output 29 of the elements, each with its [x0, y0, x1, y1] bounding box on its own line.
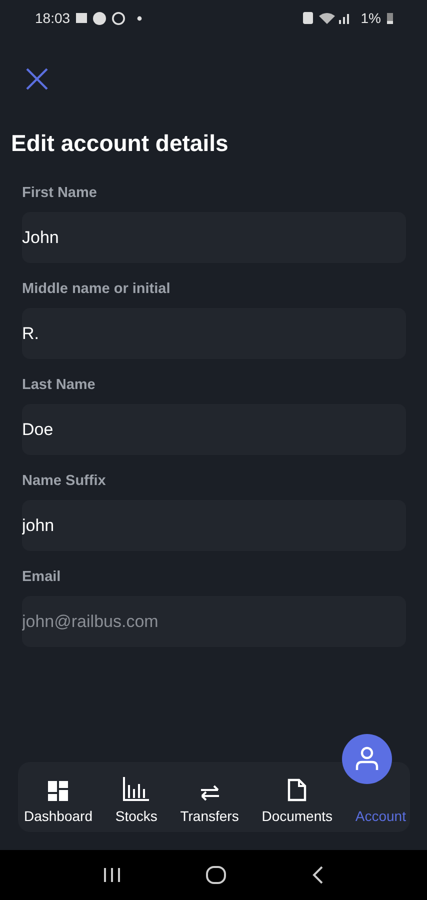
field-label: Last Name	[22, 377, 96, 393]
image-icon	[76, 13, 88, 23]
field-label: First Name	[22, 185, 98, 201]
text-field[interactable]: Doe	[22, 404, 406, 455]
circle-icon	[112, 12, 126, 24]
nav-tab[interactable]: Stocks	[115, 776, 158, 824]
user-icon	[355, 746, 379, 772]
active-tab-button[interactable]	[342, 734, 392, 784]
bar-chart-icon	[122, 776, 150, 802]
field-label: Name Suffix	[22, 473, 107, 489]
text-field[interactable]: R.	[22, 308, 406, 359]
text-field[interactable]: John	[22, 212, 406, 263]
page-title: Edit account details	[11, 130, 230, 157]
nav-tab[interactable]: Documents	[262, 778, 333, 824]
app-icon	[93, 12, 106, 24]
battery-percentage: 1%	[360, 10, 381, 26]
field-label: Middle name or initial	[22, 281, 172, 297]
battery-icon	[387, 12, 393, 24]
nav-tab[interactable]: Transfers	[180, 784, 239, 824]
dot-icon	[137, 16, 142, 20]
dashboard-icon	[47, 780, 70, 802]
status-time: 18:03	[35, 10, 70, 26]
transfer-icon	[198, 784, 221, 802]
back-icon[interactable]	[312, 866, 324, 884]
nav-tab[interactable]: Dashboard	[24, 780, 92, 824]
document-icon	[287, 778, 308, 802]
recent-apps-icon[interactable]	[102, 867, 121, 883]
field-label: Email	[22, 569, 62, 585]
home-icon[interactable]	[206, 866, 226, 884]
